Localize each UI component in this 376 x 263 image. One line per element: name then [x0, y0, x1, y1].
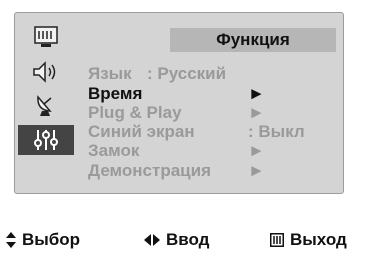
menu-item-value: : Русский — [147, 64, 227, 83]
menu-item-label: Синий экран — [88, 122, 195, 141]
help-exit: Выход — [270, 226, 347, 254]
sidebar-item-function[interactable] — [18, 125, 74, 155]
sidebar-item-picture[interactable] — [18, 22, 74, 52]
menu-item-label: Время — [88, 84, 143, 103]
help-enter-label: Ввод — [166, 230, 210, 249]
help-select: Выбор — [6, 226, 80, 254]
sidebar-item-channel[interactable] — [18, 91, 74, 121]
menu-item-label: Plug & Play — [88, 103, 182, 122]
help-exit-label: Выход — [290, 230, 347, 249]
picture-icon — [34, 26, 58, 47]
menu-button-icon — [270, 233, 284, 247]
menu-item-label: Язык — [88, 64, 132, 83]
menu-sidebar — [14, 12, 74, 194]
channel-antenna-icon — [37, 95, 52, 116]
osd-screen: Функция Язык : Русский Время ► Plug & Pl… — [0, 0, 376, 263]
menu-item-label: Замок — [88, 141, 140, 160]
sound-icon — [33, 61, 56, 83]
sidebar-item-sound[interactable] — [18, 57, 74, 87]
submenu-arrow-icon: ► — [248, 141, 265, 160]
function-settings-icon — [34, 130, 58, 150]
help-bar: Выбор Ввод Выход — [0, 226, 376, 254]
left-right-arrows-icon — [144, 234, 160, 246]
menu-title: Функция — [170, 28, 336, 52]
submenu-arrow-icon: ► — [248, 161, 265, 180]
help-enter: Ввод — [144, 226, 209, 254]
submenu-arrow-icon: ► — [248, 103, 265, 122]
submenu-arrow-icon: ► — [248, 84, 265, 103]
menu-item-value: : Выкл — [248, 122, 305, 141]
menu-item-label: Демонстрация — [88, 161, 211, 180]
up-down-arrows-icon — [6, 232, 16, 248]
help-select-label: Выбор — [22, 230, 81, 249]
